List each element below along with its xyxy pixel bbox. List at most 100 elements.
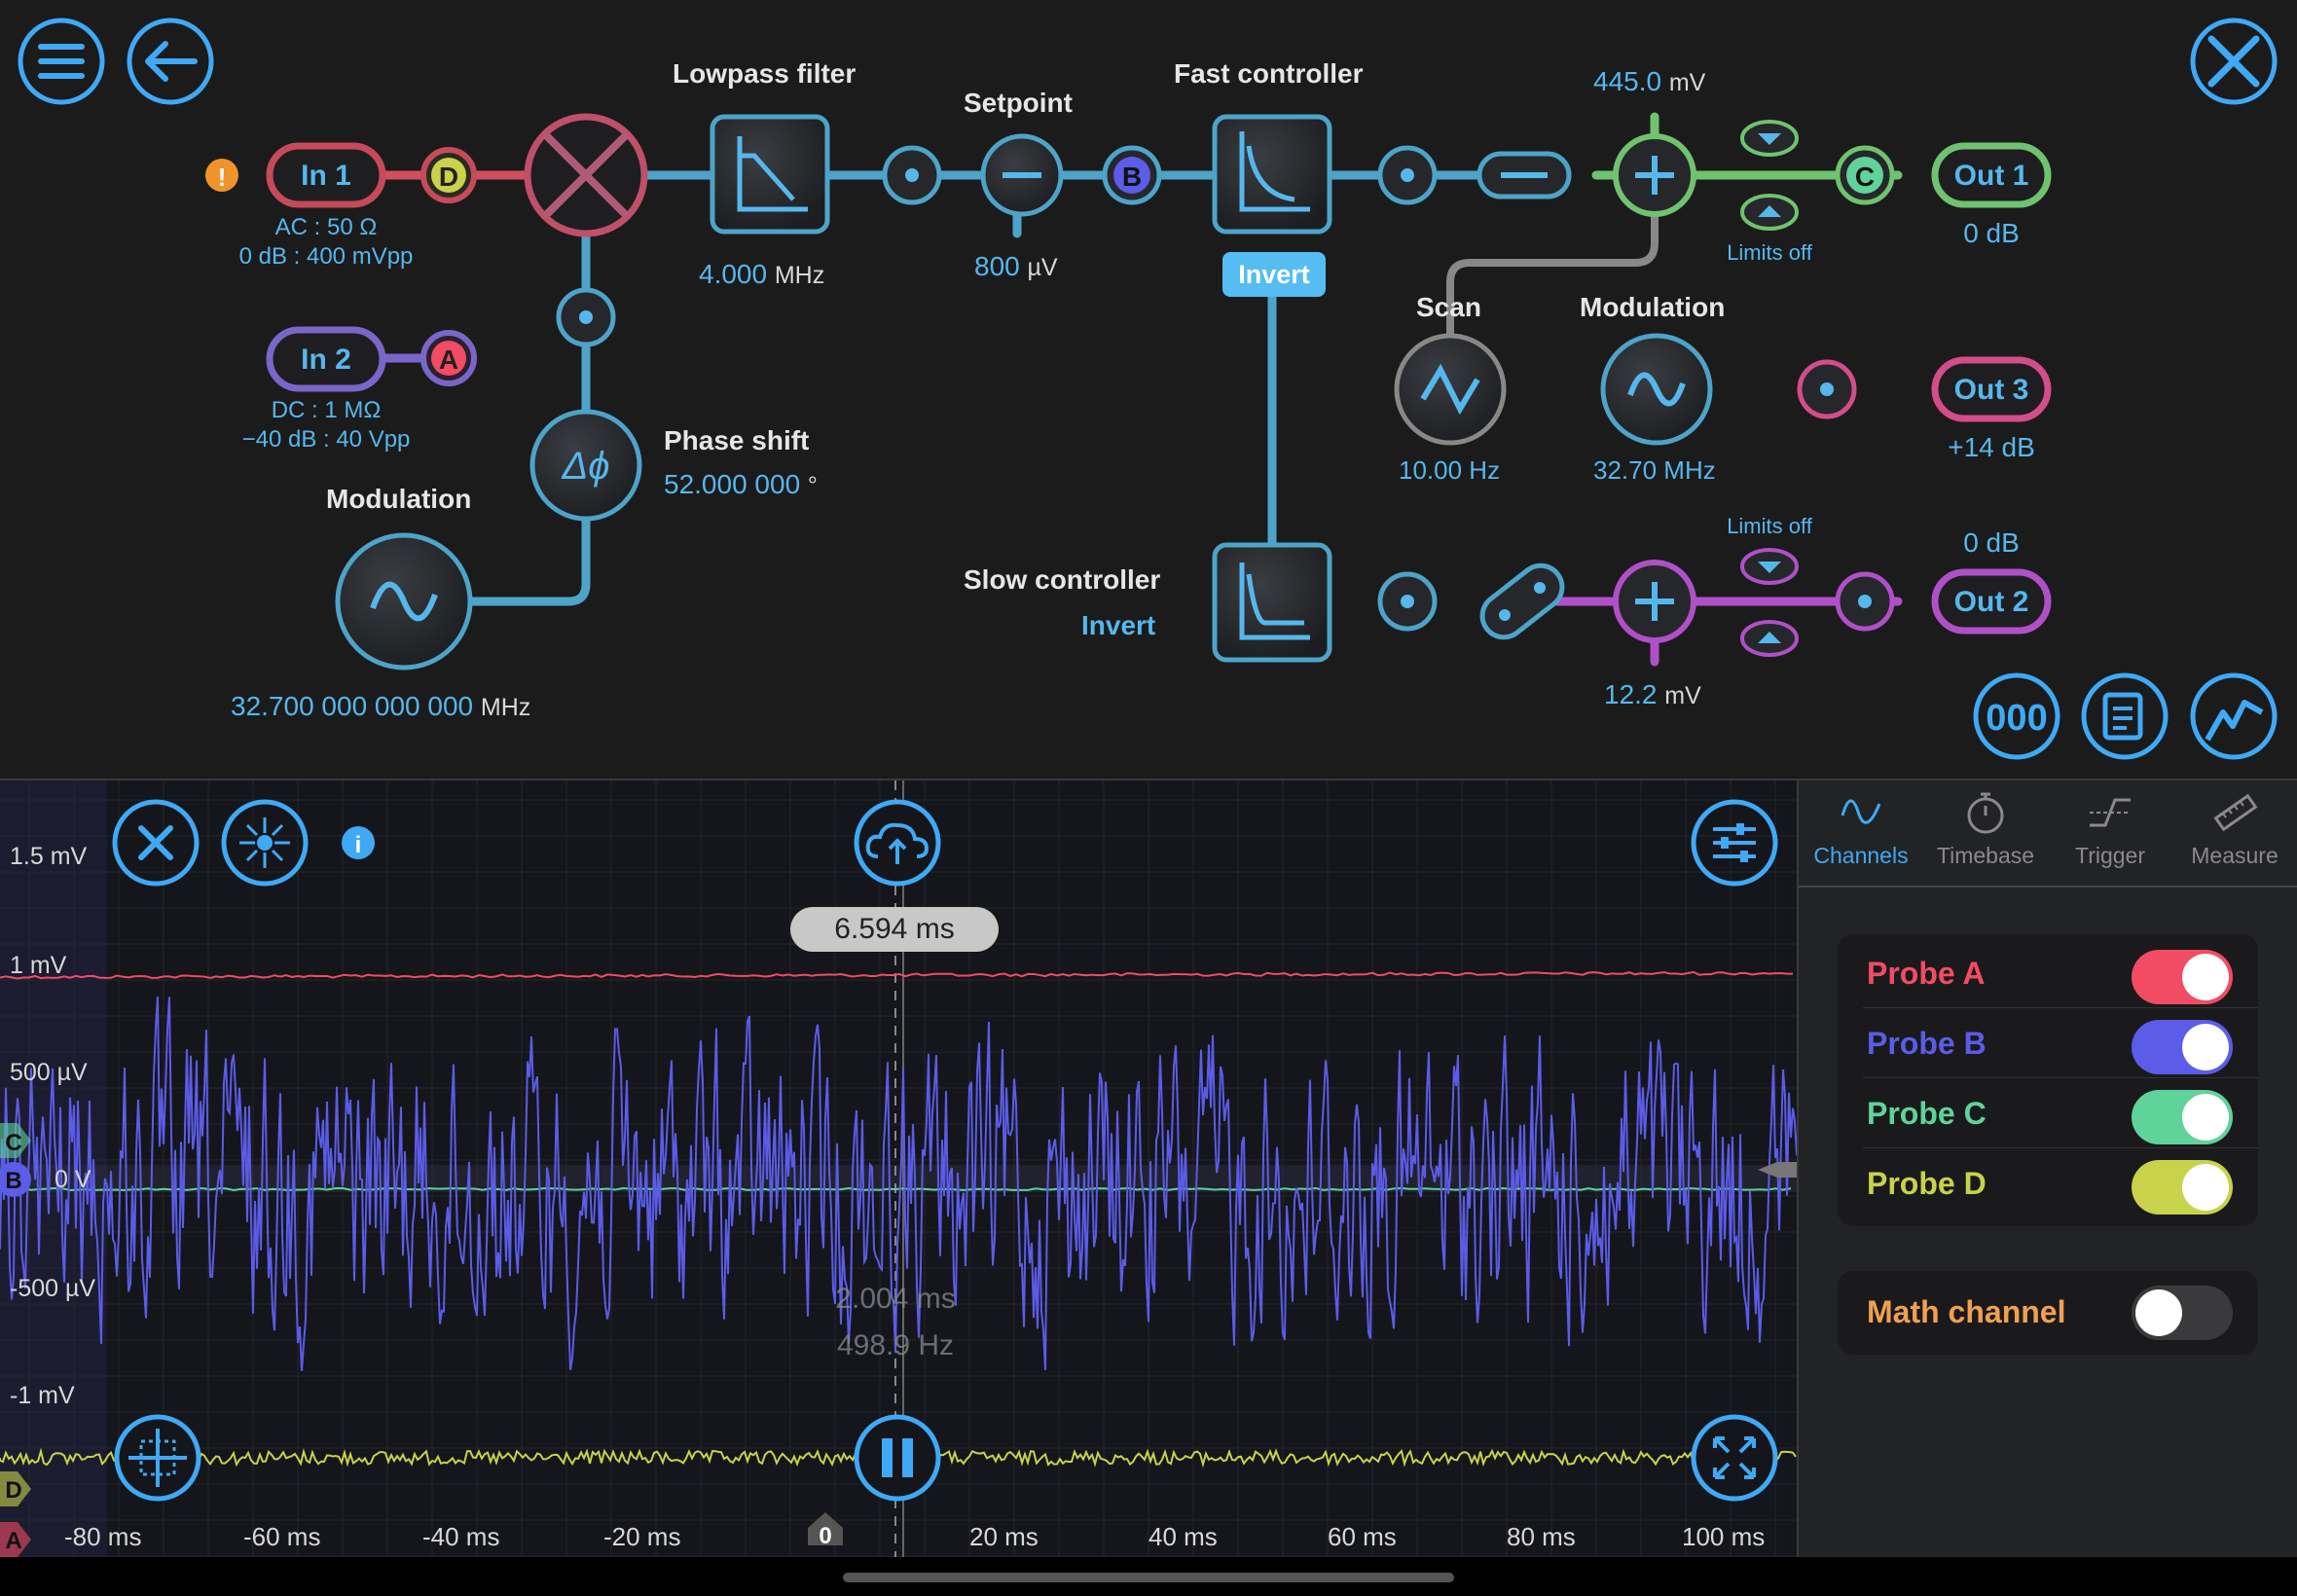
y-tick: 1 mV bbox=[10, 952, 67, 979]
x-tick: -20 ms bbox=[603, 1522, 681, 1551]
scan-value[interactable]: 10.00 Hz bbox=[1399, 455, 1500, 486]
setpoint-value[interactable]: 800 µV bbox=[974, 251, 1058, 282]
arrow-left-icon[interactable] bbox=[127, 18, 214, 105]
y-tick: 1.5 mV bbox=[10, 843, 88, 870]
warning-icon[interactable]: ! bbox=[205, 159, 238, 192]
home-indicator[interactable] bbox=[843, 1573, 1454, 1582]
time-zero-marker[interactable]: 0 bbox=[808, 1512, 843, 1549]
modulation-left-value[interactable]: 32.700 000 000 000 MHz bbox=[231, 691, 530, 722]
limit-up-2[interactable] bbox=[1740, 548, 1799, 585]
node-after-fast[interactable] bbox=[1377, 145, 1438, 205]
x-tick: 40 ms bbox=[1148, 1522, 1218, 1551]
svg-text:!: ! bbox=[218, 163, 227, 192]
setpoint-subtract[interactable] bbox=[980, 133, 1064, 217]
svg-text:In 1: In 1 bbox=[301, 160, 351, 192]
fast-controller-block[interactable] bbox=[1212, 114, 1332, 235]
laser-icon[interactable] bbox=[221, 799, 309, 887]
slow-controller-title: Slow controller bbox=[964, 564, 1161, 595]
svg-text:000: 000 bbox=[1986, 698, 2047, 739]
info-icon[interactable]: i bbox=[342, 826, 375, 859]
app-root: In 1 D ! In 2 A Δϕ B C Out 1 Out 3 Out 2… bbox=[0, 0, 2297, 1596]
notes-icon[interactable] bbox=[2081, 672, 2169, 760]
expand-icon[interactable] bbox=[1691, 1414, 1778, 1502]
lowpass-value[interactable]: 4.000 MHz bbox=[699, 259, 824, 290]
signal-flow-diagram: In 1 D ! In 2 A Δϕ B C Out 1 Out 3 Out 2… bbox=[0, 0, 2297, 779]
sum2-limits[interactable]: Limits off bbox=[1701, 514, 1838, 539]
cursor-time-badge[interactable]: 6.594 ms bbox=[790, 907, 999, 952]
oscilloscope-view[interactable]: B C D A 0 i 6.594 ms 2.004 ms 498.9 Hz 1… bbox=[0, 780, 1797, 1557]
x-tick: 100 ms bbox=[1682, 1522, 1766, 1551]
tab-channels[interactable]: Channels bbox=[1799, 788, 1923, 869]
sum2-offset[interactable]: 12.2 mV bbox=[1604, 679, 1701, 710]
node-after-slow[interactable] bbox=[1377, 571, 1438, 632]
hamburger-icon[interactable] bbox=[18, 18, 105, 105]
probe-c-toggle[interactable] bbox=[2132, 1090, 2233, 1144]
limit-down-1[interactable] bbox=[1740, 194, 1799, 231]
fast-disable-switch[interactable] bbox=[1477, 151, 1572, 200]
crosshair-icon[interactable] bbox=[114, 1414, 201, 1502]
node-out2[interactable] bbox=[1835, 571, 1895, 632]
modulation-oscillator-left[interactable] bbox=[335, 532, 473, 671]
math-card: Math channel bbox=[1838, 1271, 2258, 1355]
probe-a-toggle[interactable] bbox=[2132, 950, 2233, 1004]
close-icon[interactable] bbox=[112, 799, 200, 887]
tabs-divider bbox=[1799, 886, 2297, 888]
svg-text:Out 3: Out 3 bbox=[1954, 374, 2029, 406]
modulation-oscillator-right[interactable] bbox=[1600, 333, 1713, 446]
measure-frequency: 498.9 Hz bbox=[836, 1329, 955, 1361]
scope-icon[interactable] bbox=[2190, 672, 2278, 760]
out1-gain[interactable]: 0 dB bbox=[1933, 218, 2050, 249]
in1-range: 0 dB : 400 mVpp bbox=[238, 243, 414, 270]
decimal-display-icon[interactable]: 000 bbox=[1973, 672, 2060, 760]
fast-invert-badge[interactable]: Invert bbox=[1222, 252, 1326, 297]
probe-b-toggle[interactable] bbox=[2132, 1020, 2233, 1074]
x-tick: 80 ms bbox=[1507, 1522, 1576, 1551]
input-in1[interactable]: In 1 bbox=[266, 142, 386, 208]
phase-shift-block[interactable]: Δϕ bbox=[529, 409, 642, 522]
out3-gain[interactable]: +14 dB bbox=[1933, 432, 2050, 463]
probe-d-toggle[interactable] bbox=[2132, 1160, 2233, 1215]
pause-icon[interactable] bbox=[854, 1414, 941, 1502]
sum1-limits[interactable]: Limits off bbox=[1701, 240, 1838, 266]
sum-node-2[interactable] bbox=[1613, 560, 1696, 643]
tab-trigger[interactable]: Trigger bbox=[2048, 788, 2172, 869]
output-out2[interactable]: Out 2 bbox=[1931, 568, 2052, 635]
mixer-node[interactable] bbox=[556, 287, 616, 347]
math-channel-toggle[interactable] bbox=[2132, 1286, 2233, 1340]
y-tick: -1 mV bbox=[10, 1382, 75, 1409]
wrench-screwdriver-icon[interactable] bbox=[2190, 18, 2278, 105]
svg-text:D: D bbox=[439, 162, 458, 192]
sliders-icon[interactable] bbox=[1691, 799, 1778, 887]
home-bar-area bbox=[0, 1557, 2297, 1596]
svg-text:A: A bbox=[439, 345, 458, 375]
modulation-right-value[interactable]: 32.70 MHz bbox=[1593, 455, 1716, 486]
stopwatch-icon bbox=[1967, 792, 2004, 834]
slow-link-switch[interactable] bbox=[1474, 557, 1571, 645]
lowpass-filter-block[interactable] bbox=[710, 114, 830, 235]
divider bbox=[1863, 1147, 2258, 1148]
scope-traces bbox=[0, 970, 1797, 1469]
tab-measure[interactable]: Measure bbox=[2172, 788, 2297, 869]
node-after-lowpass[interactable] bbox=[882, 145, 942, 205]
slow-controller-block[interactable] bbox=[1212, 542, 1332, 663]
svg-text:C: C bbox=[1855, 162, 1875, 192]
probe-c-label: Probe C bbox=[1867, 1096, 1987, 1131]
sum1-offset[interactable]: 445.0 mV bbox=[1593, 66, 1705, 97]
mixer-icon[interactable] bbox=[524, 113, 648, 237]
node-out3[interactable] bbox=[1797, 359, 1857, 419]
in1-coupling: AC : 50 Ω bbox=[274, 214, 378, 240]
output-out3[interactable]: Out 3 bbox=[1931, 356, 2052, 422]
phase-shift-value[interactable]: 52.000 000 ° bbox=[664, 469, 818, 500]
output-out1[interactable]: Out 1 bbox=[1931, 142, 2052, 208]
ruler-icon bbox=[2213, 793, 2258, 832]
out2-gain[interactable]: 0 dB bbox=[1933, 527, 2050, 559]
sum-node-1[interactable] bbox=[1613, 133, 1696, 217]
slow-invert-label[interactable]: Invert bbox=[1081, 610, 1155, 641]
cloud-upload-icon[interactable] bbox=[854, 799, 941, 887]
limit-up-1[interactable] bbox=[1740, 120, 1799, 157]
input-in2[interactable]: In 2 bbox=[266, 326, 386, 392]
scope-settings-panel: Channels Timebase Trigger Measure Probe … bbox=[1799, 780, 2297, 1557]
limit-down-2[interactable] bbox=[1740, 620, 1799, 657]
scan-oscillator[interactable] bbox=[1394, 333, 1507, 446]
tab-timebase[interactable]: Timebase bbox=[1923, 788, 2048, 869]
